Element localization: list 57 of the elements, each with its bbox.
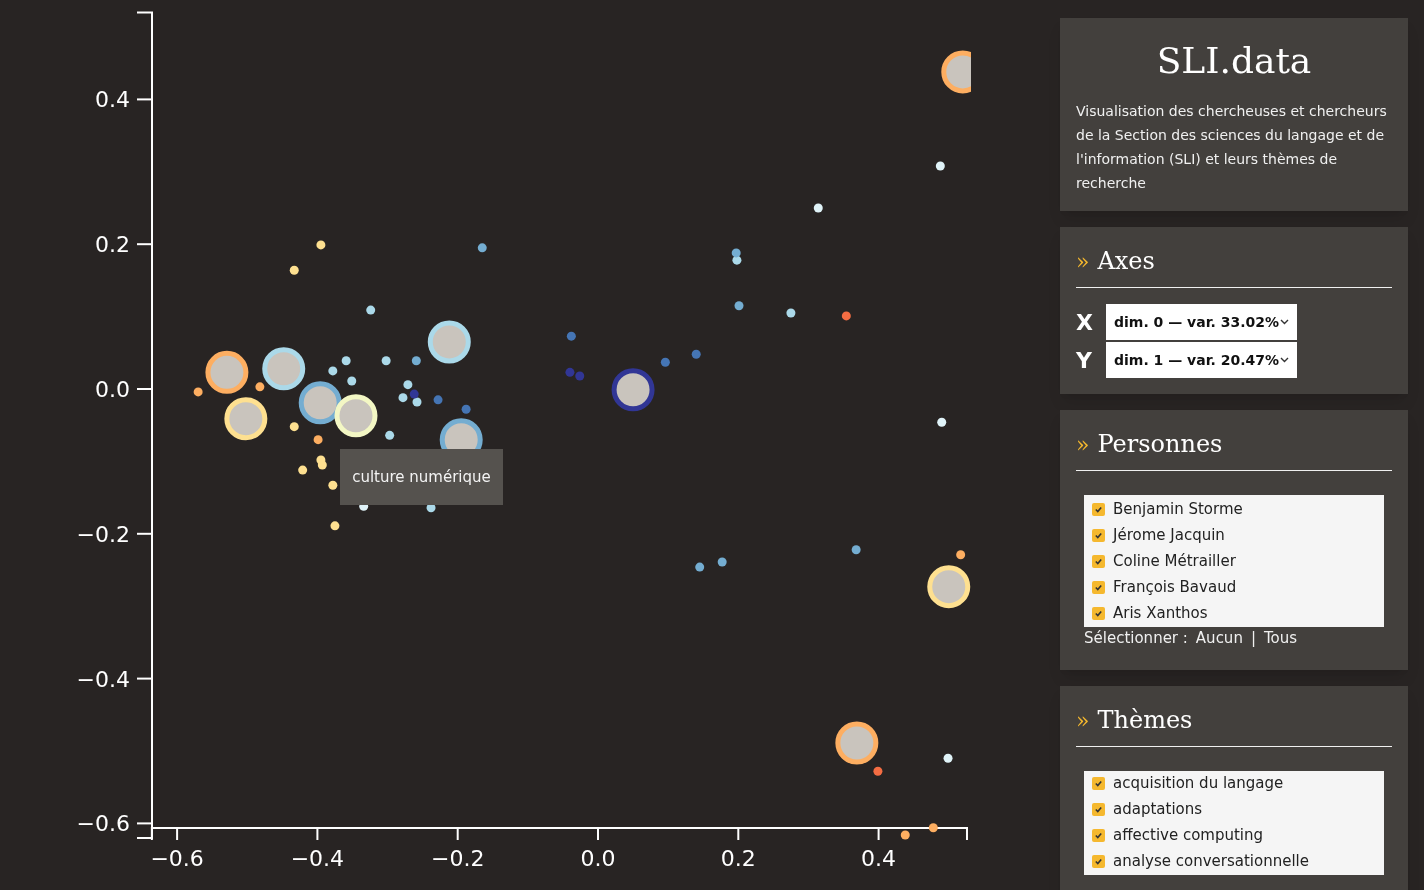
checkbox[interactable] [1092,855,1105,868]
chevron-marker: » [1076,248,1090,276]
chevron-marker: » [1076,706,1090,735]
app-title: SLI.data [1155,39,1313,83]
check-icon [1094,556,1103,566]
x-tick-label: 0.0 [580,846,616,871]
x-tick-label: −0.4 [290,846,345,871]
axis-select[interactable]: dim. 1 — var. 20.47% [1106,342,1297,378]
check-icon [1094,608,1103,618]
section-title: Thèmes [1097,704,1193,736]
x-tick-label: 0.2 [720,846,756,871]
checkbox-label: Aris Xanthos [1113,602,1208,624]
checkbox-label: Jérome Jacquin [1113,524,1225,546]
checkbox[interactable] [1092,580,1105,594]
y-tick-label: −0.2 [76,521,130,547]
checkbox[interactable] [1092,554,1105,568]
chevron-marker: » [1076,431,1090,459]
check-icon [1094,805,1103,814]
checkbox-label: affective computing [1113,825,1264,847]
checkbox-label: analyse conversationnelle [1113,851,1309,873]
none-link[interactable]: Aucun [1195,627,1243,650]
checkbox-label: François Bavaud [1113,576,1237,598]
chevron-down-icon [1280,357,1289,363]
check-icon [1094,857,1103,866]
check-icon [1094,779,1103,788]
x-tick-label: −0.2 [431,846,485,871]
checkbox-label: acquisition du langage [1113,773,1284,795]
y-tick-label: 0.2 [95,232,130,258]
axis-select[interactable]: dim. 0 — var. 33.02% [1106,304,1297,340]
checkbox[interactable] [1092,829,1105,842]
select-label: Sélectionner : [1084,628,1188,649]
checkbox-label: adaptations [1113,799,1203,821]
y-tick-label: −0.4 [76,666,130,692]
checkbox[interactable] [1092,803,1105,816]
section-title: Axes [1097,246,1155,277]
checkbox[interactable] [1092,606,1105,620]
check-icon [1094,582,1103,592]
checkbox[interactable] [1092,528,1105,542]
check-icon [1094,504,1103,514]
y-tick-label: −0.6 [76,811,130,837]
check-icon [1094,530,1103,540]
axis-label: Y [1076,346,1090,375]
x-tick-label: 0.4 [861,846,897,871]
chevron-down-icon [1280,319,1289,325]
checkbox[interactable] [1092,777,1105,790]
checkbox-label: Coline Métrailler [1113,550,1236,572]
all-link[interactable]: Tous [1263,627,1298,650]
check-icon [1094,831,1103,840]
link-separator: | [1250,628,1256,649]
tooltip: culture numérique [340,449,503,505]
y-tick-label: 0.0 [95,377,130,402]
checkbox[interactable] [1092,502,1105,516]
y-tick-label: 0.4 [95,87,130,113]
description: Visualisation des chercheuses et chercheurs de la Section des sciences du langage et de l'information (SLI) et leurs thèmes de recherche [1076,102,1388,193]
x-tick-label: −0.6 [150,846,204,871]
checkbox-label: Benjamin Storme [1113,498,1243,520]
section-title: Personnes [1097,429,1223,460]
